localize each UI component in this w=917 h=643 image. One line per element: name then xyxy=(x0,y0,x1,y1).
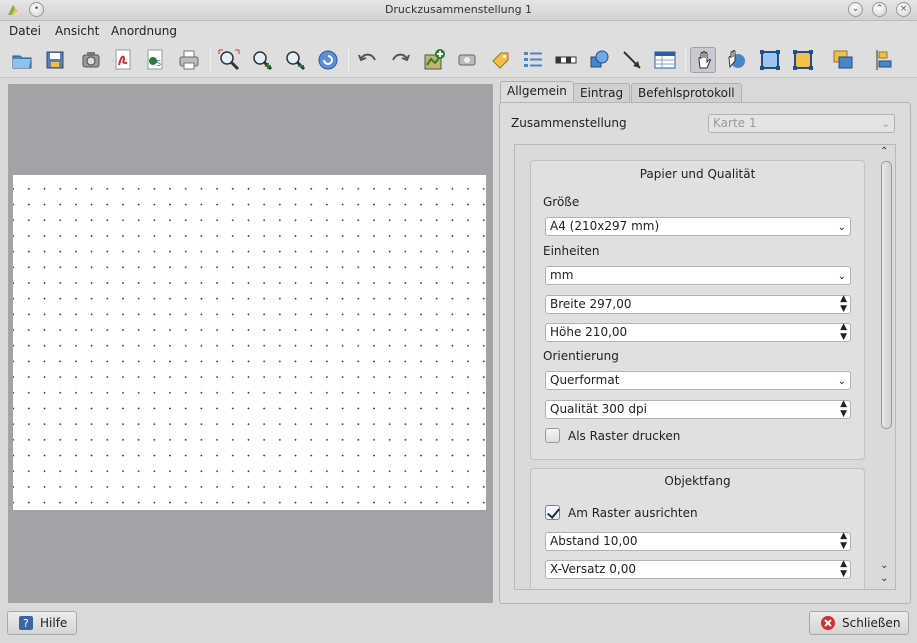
height-spinbox[interactable]: Höhe 210,00 ▲ ▼ xyxy=(545,322,851,342)
snap-grid-checkbox[interactable] xyxy=(545,505,560,520)
snap-grid-label[interactable]: Am Raster ausrichten xyxy=(568,506,698,520)
spin-arrows-icon[interactable]: ▲ ▼ xyxy=(840,322,847,342)
quality-value: Qualität 300 dpi xyxy=(550,402,647,416)
select-move-icon[interactable] xyxy=(690,47,716,73)
print-raster-label[interactable]: Als Raster drucken xyxy=(568,429,680,443)
chevron-down-icon: ⌄ xyxy=(837,271,846,282)
size-label: Größe xyxy=(543,195,580,209)
spin-arrows-icon[interactable]: ▲ ▼ xyxy=(840,294,847,314)
window-title: Druckzusammenstellung 1 xyxy=(384,3,533,16)
zoom-in-icon[interactable] xyxy=(249,47,275,73)
snapping-group: Objektfang Am Raster ausrichten Abstand … xyxy=(530,468,865,589)
chevron-down-icon: ⌄ xyxy=(881,119,890,130)
composer-canvas[interactable] xyxy=(8,84,493,603)
minimize-icon[interactable]: ⌄ xyxy=(848,2,863,17)
undo-icon[interactable] xyxy=(354,47,380,73)
add-image-icon[interactable] xyxy=(454,47,480,73)
add-scalebar-icon[interactable] xyxy=(553,47,579,73)
move-item-content-icon[interactable] xyxy=(724,47,750,73)
spin-arrows-icon[interactable]: ▲ ▼ xyxy=(840,559,847,579)
help-button[interactable]: ? Hilfe xyxy=(7,611,77,635)
add-map-icon[interactable] xyxy=(421,47,447,73)
size-select[interactable]: A4 (210x297 mm) ⌄ xyxy=(545,217,851,236)
export-pdf-icon[interactable] xyxy=(110,47,136,73)
orientation-select-value: Querformat xyxy=(550,373,620,387)
close-button[interactable]: Schließen xyxy=(809,611,909,635)
units-select[interactable]: mm ⌄ xyxy=(545,266,851,285)
print-icon[interactable] xyxy=(176,47,202,73)
redo-icon[interactable] xyxy=(388,47,414,73)
window-titlebar: Druckzusammenstellung 1 • ⌄ ⌃ × xyxy=(0,0,917,21)
x-offset-value: X-Versatz 0,00 xyxy=(550,562,636,576)
tab-eintrag[interactable]: Eintrag xyxy=(573,83,631,103)
refresh-icon[interactable] xyxy=(315,47,341,73)
scroll-up-icon[interactable]: ⌃ xyxy=(880,146,888,157)
group-icon[interactable] xyxy=(757,47,783,73)
zoom-full-icon[interactable] xyxy=(216,47,242,73)
open-folder-icon[interactable] xyxy=(9,47,35,73)
raise-items-icon[interactable] xyxy=(830,47,856,73)
paper-quality-group: Papier und Qualität Größe A4 (210x297 mm… xyxy=(530,160,865,460)
spacing-value: Abstand 10,00 xyxy=(550,534,638,548)
svg-text:?: ? xyxy=(23,617,29,630)
scroll-down-icon[interactable]: ⌄ xyxy=(880,573,888,584)
scroll-down-icon[interactable]: ⌄ xyxy=(880,560,888,571)
add-legend-icon[interactable] xyxy=(520,47,546,73)
paper-quality-title: Papier und Qualität xyxy=(639,167,756,181)
svg-text:S: S xyxy=(156,59,161,68)
tab-allgemein[interactable]: Allgemein xyxy=(500,81,574,104)
print-raster-checkbox[interactable] xyxy=(545,428,560,443)
units-label: Einheiten xyxy=(543,244,600,258)
save-template-icon[interactable] xyxy=(42,47,68,73)
menu-ansicht[interactable]: Ansicht xyxy=(55,24,99,38)
menu-anordnung[interactable]: Anordnung xyxy=(111,24,177,38)
toolbar-separator xyxy=(348,48,349,72)
map-select-value: Karte 1 xyxy=(713,116,757,130)
menubar: Datei Ansicht Anordnung xyxy=(0,21,917,42)
add-arrow-icon[interactable] xyxy=(619,47,645,73)
snapping-title: Objektfang xyxy=(664,474,731,488)
quality-spinbox[interactable]: Qualität 300 dpi ▲ ▼ xyxy=(545,399,851,419)
maximize-icon[interactable]: ⌃ xyxy=(872,2,887,17)
orientation-select[interactable]: Querformat ⌄ xyxy=(545,371,851,390)
close-button-label: Schließen xyxy=(842,616,901,630)
add-label-icon[interactable] xyxy=(487,47,513,73)
add-table-icon[interactable] xyxy=(652,47,678,73)
toolbar-separator xyxy=(210,48,211,72)
add-shape-icon[interactable] xyxy=(586,47,612,73)
export-svg-icon[interactable]: S xyxy=(142,47,168,73)
map-select: Karte 1 ⌄ xyxy=(708,114,895,133)
chevron-down-icon: ⌄ xyxy=(837,376,846,387)
spin-arrows-icon[interactable]: ▲ ▼ xyxy=(840,531,847,551)
spacing-spinbox[interactable]: Abstand 10,00 ▲ ▼ xyxy=(545,531,851,551)
toolbar-separator xyxy=(685,48,686,72)
align-icon[interactable] xyxy=(872,47,898,73)
chevron-down-icon: ⌄ xyxy=(837,222,846,233)
orientation-label: Orientierung xyxy=(543,349,619,363)
ungroup-icon[interactable] xyxy=(790,47,816,73)
close-icon xyxy=(821,616,835,630)
spin-arrows-icon[interactable]: ▲ ▼ xyxy=(840,399,847,419)
help-button-label: Hilfe xyxy=(40,616,68,630)
export-image-icon[interactable] xyxy=(78,47,104,73)
close-window-icon[interactable]: × xyxy=(896,2,911,17)
tab-befehlsprotokoll[interactable]: Befehlsprotokoll xyxy=(631,83,742,103)
scrollbar-thumb[interactable] xyxy=(881,161,892,429)
units-select-value: mm xyxy=(550,268,574,282)
zoom-out-icon[interactable] xyxy=(282,47,308,73)
x-offset-spinbox[interactable]: X-Versatz 0,00 ▲ ▼ xyxy=(545,559,851,579)
settings-scroll-area: Papier und Qualität Größe A4 (210x297 mm… xyxy=(514,144,896,590)
composition-label: Zusammenstellung xyxy=(511,116,627,130)
size-select-value: A4 (210x297 mm) xyxy=(550,219,660,233)
width-spinbox[interactable]: Breite 297,00 ▲ ▼ xyxy=(545,294,851,314)
width-value: Breite 297,00 xyxy=(550,297,632,311)
help-icon: ? xyxy=(19,616,33,630)
main-toolbar: S xyxy=(0,42,917,78)
menu-datei[interactable]: Datei xyxy=(9,24,41,38)
height-value: Höhe 210,00 xyxy=(550,325,628,339)
paper-page[interactable] xyxy=(13,175,486,510)
settings-scrollbar[interactable]: ⌃ ⌄ ⌄ xyxy=(878,146,894,588)
window-menu-icon[interactable]: • xyxy=(29,2,44,17)
